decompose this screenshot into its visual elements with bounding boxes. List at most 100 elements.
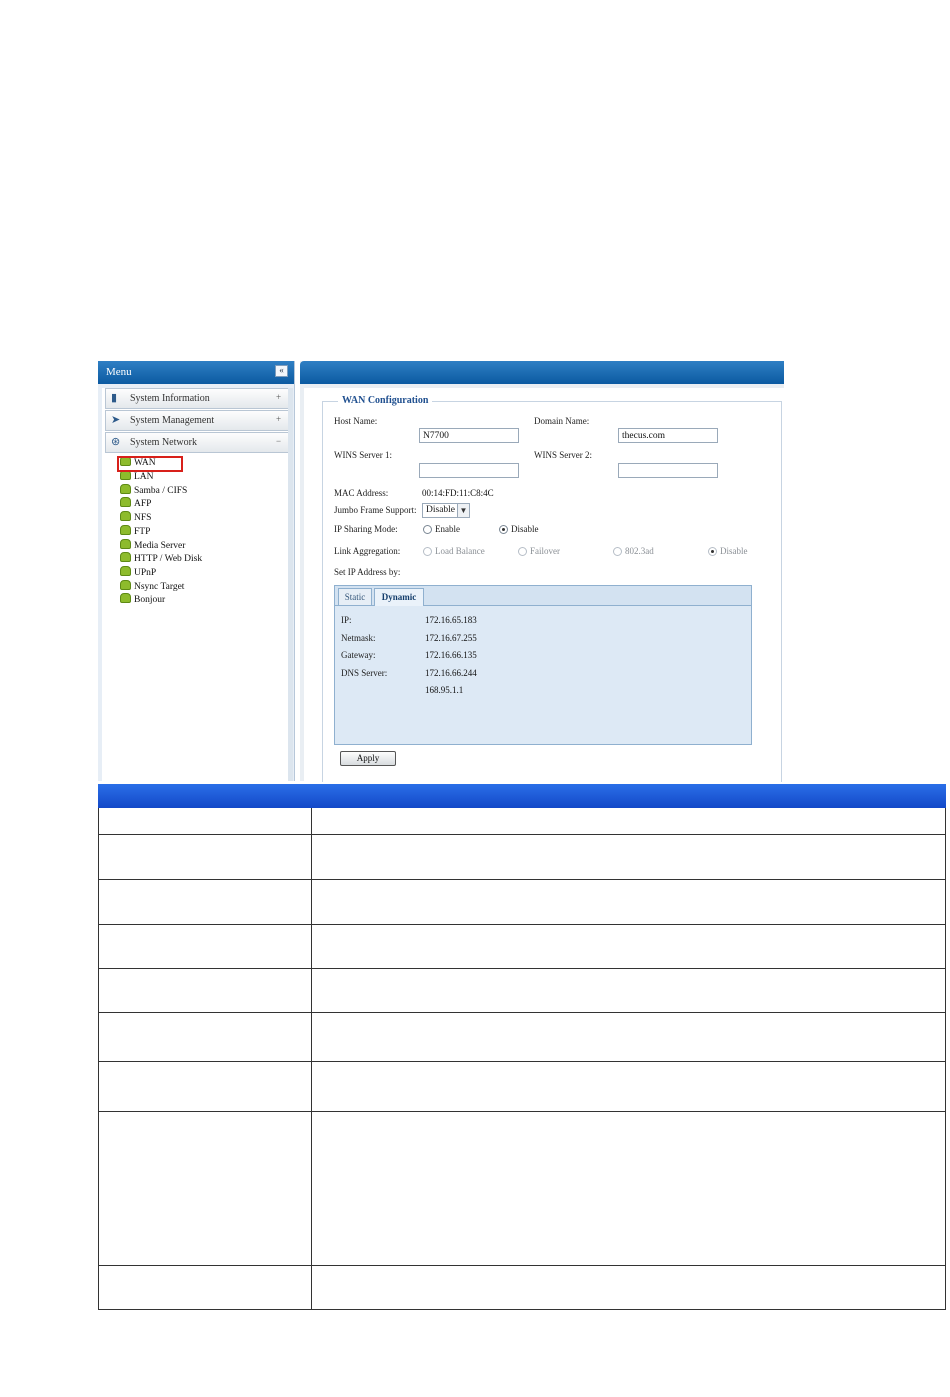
network-icon: ⊛ <box>111 436 121 448</box>
table-row <box>98 1013 946 1062</box>
jumbo-frame-value: Disable <box>426 505 456 515</box>
table-row <box>98 880 946 925</box>
category-system-information[interactable]: ▮ System Information + <box>105 388 289 409</box>
link-agg-load-balance-radio[interactable] <box>423 547 432 556</box>
category-label: System Management <box>130 415 215 426</box>
mac-address-value: 00:14:FD:11:C8:4C <box>422 488 494 498</box>
nav-item-label: Samba / CIFS <box>134 486 188 496</box>
nav-item-bonjour[interactable]: Bonjour <box>120 593 165 605</box>
nav-item-label: HTTP / Web Disk <box>134 554 203 564</box>
leaf-icon <box>120 539 131 549</box>
ip-sharing-label: IP Sharing Mode: <box>334 524 398 534</box>
nav-item-label: FTP <box>134 527 151 537</box>
link-agg-disable-radio[interactable] <box>708 547 717 556</box>
table-cell <box>312 969 945 1012</box>
collapse-icon[interactable]: − <box>276 436 284 446</box>
expand-icon[interactable]: + <box>276 414 284 424</box>
wins-server-1-input[interactable] <box>419 463 519 478</box>
category-label: System Information <box>130 393 210 404</box>
set-ip-address-label: Set IP Address by: <box>334 567 401 577</box>
ip-sharing-disable-radio[interactable] <box>499 525 508 534</box>
link-agg-8023ad-radio[interactable] <box>613 547 622 556</box>
side-menu: Menu « ▮ System Information + ➤ System M… <box>98 361 295 781</box>
ip-sharing-disable-label: Disable <box>511 524 539 534</box>
table-row <box>98 925 946 969</box>
expand-icon[interactable]: + <box>276 392 284 402</box>
netmask-label: Netmask: <box>341 633 376 643</box>
wan-config-legend: WAN Configuration <box>338 395 433 406</box>
table-row <box>98 1062 946 1112</box>
menu-title: Menu <box>106 366 132 378</box>
domain-name-input[interactable]: thecus.com <box>618 428 718 443</box>
menu-scrollbar[interactable] <box>288 388 293 781</box>
jumbo-frame-select[interactable]: Disable ▼ <box>422 503 470 518</box>
nav-item-nfs[interactable]: NFS <box>120 511 151 523</box>
chevron-down-icon: ▼ <box>457 504 469 517</box>
host-name-input[interactable]: N7700 <box>419 428 519 443</box>
nav-item-label: Media Server <box>134 541 186 551</box>
table-row <box>98 808 946 835</box>
ip-sharing-enable-label: Enable <box>435 524 460 534</box>
table-cell <box>99 925 312 968</box>
nav-item-nsync-target[interactable]: Nsync Target <box>120 580 184 592</box>
tab-static[interactable]: Static <box>338 588 372 605</box>
table-cell <box>99 880 312 924</box>
info-book-icon: ▮ <box>111 392 118 404</box>
mac-address-label: MAC Address: <box>334 488 389 498</box>
nav-item-samba[interactable]: Samba / CIFS <box>120 484 187 496</box>
nav-item-label: LAN <box>134 472 154 482</box>
nav-item-ftp[interactable]: FTP <box>120 525 150 537</box>
menu-content: ▮ System Information + ➤ System Manageme… <box>102 388 289 781</box>
nav-item-http-web-disk[interactable]: HTTP / Web Disk <box>120 552 202 564</box>
table-cell <box>312 1013 945 1061</box>
collapse-menu-icon[interactable]: « <box>275 365 288 377</box>
main-header <box>300 361 784 384</box>
host-name-label: Host Name: <box>334 416 378 426</box>
table-row <box>98 969 946 1013</box>
leaf-icon <box>120 580 131 590</box>
dns-server-value-1: 172.16.66.244 <box>425 668 477 678</box>
wan-config-screenshot: Menu « ▮ System Information + ➤ System M… <box>98 361 784 782</box>
leaf-icon <box>120 593 131 603</box>
netmask-value: 172.16.67.255 <box>425 633 477 643</box>
leaf-icon <box>120 497 131 507</box>
nav-item-media-server[interactable]: Media Server <box>120 539 185 551</box>
table-cell <box>99 1112 312 1265</box>
table-cell <box>99 1013 312 1061</box>
dns-server-label: DNS Server: <box>341 668 388 678</box>
wan-form: WAN Configuration Host Name: Domain Name… <box>304 388 784 782</box>
link-agg-failover-radio[interactable] <box>518 547 527 556</box>
leaf-icon <box>120 484 131 494</box>
table-cell <box>99 835 312 879</box>
table-cell <box>312 1062 945 1111</box>
table-cell <box>99 1266 312 1309</box>
tab-dynamic[interactable]: Dynamic <box>374 588 424 606</box>
gateway-label: Gateway: <box>341 650 376 660</box>
ip-label: IP: <box>341 615 352 625</box>
wins-server-2-label: WINS Server 2: <box>534 450 592 460</box>
leaf-icon <box>120 525 131 535</box>
link-agg-disable-label: Disable <box>720 546 748 556</box>
ip-settings-tabpanel: Static Dynamic IP: 172.16.65.183 Netmask… <box>334 585 752 745</box>
domain-name-label: Domain Name: <box>534 416 590 426</box>
link-agg-load-balance-label: Load Balance <box>435 546 485 556</box>
nav-item-label: NFS <box>134 513 152 523</box>
ip-sharing-enable-radio[interactable] <box>423 525 432 534</box>
nav-item-label: Nsync Target <box>134 582 185 592</box>
nav-item-upnp[interactable]: UPnP <box>120 566 156 578</box>
category-system-network[interactable]: ⊛ System Network − <box>105 432 289 453</box>
apply-button[interactable]: Apply <box>340 751 396 766</box>
nav-item-label: AFP <box>134 499 152 509</box>
main-panel: WAN Configuration Host Name: Domain Name… <box>300 361 784 782</box>
nav-item-label: Bonjour <box>134 595 166 605</box>
menu-header: Menu « <box>98 361 294 384</box>
dns-server-value-2: 168.95.1.1 <box>425 685 464 695</box>
nav-item-afp[interactable]: AFP <box>120 497 151 509</box>
wins-server-2-input[interactable] <box>618 463 718 478</box>
table-cell <box>312 1112 945 1265</box>
table-cell <box>312 835 945 879</box>
category-system-management[interactable]: ➤ System Management + <box>105 410 289 431</box>
link-aggregation-label: Link Aggregation: <box>334 546 401 556</box>
wins-server-1-label: WINS Server 1: <box>334 450 392 460</box>
table-cell <box>312 880 945 924</box>
